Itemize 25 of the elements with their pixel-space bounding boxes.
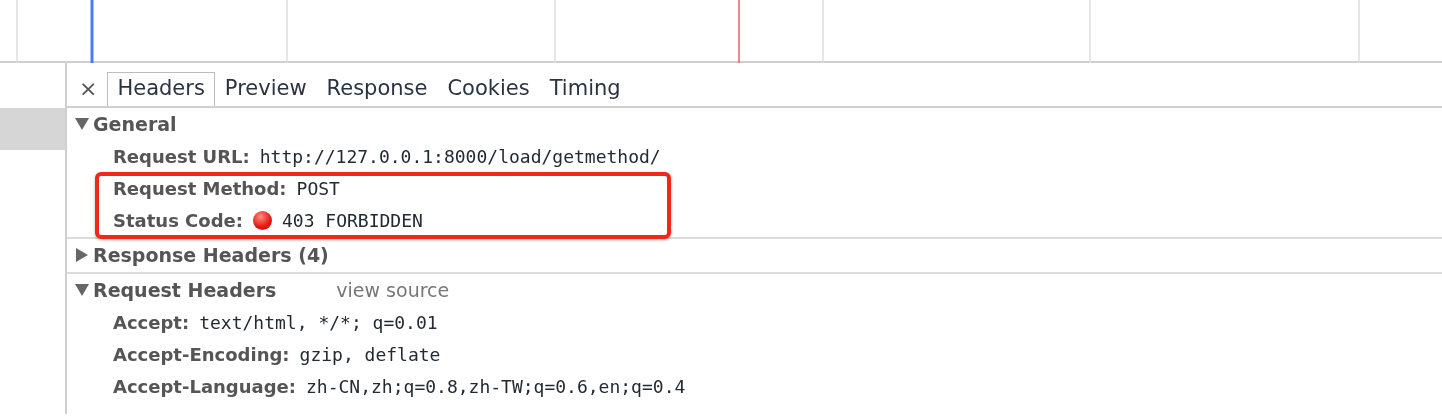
header-value: gzip, deflate: [299, 342, 441, 367]
header-name: Accept:: [113, 310, 190, 335]
section-title[interactable]: Response Headers (4): [93, 240, 329, 270]
header-value: zh-CN,zh;q=0.8,zh-TW;q=0.6,en;q=0.4: [306, 374, 686, 399]
header-name: Request Method:: [113, 176, 287, 201]
section-title[interactable]: General: [93, 109, 177, 139]
view-source-link[interactable]: view source: [336, 275, 450, 305]
tab[interactable]: Timing: [539, 71, 631, 106]
collapse-triangle-icon[interactable]: [75, 117, 89, 131]
section-title[interactable]: Request Headers: [93, 275, 277, 305]
header-name: Accept-Encoding:: [113, 342, 290, 367]
expand-triangle-icon[interactable]: [75, 248, 89, 262]
header-value: http://127.0.0.1:8000/load/getmethod/: [259, 144, 661, 169]
close-button[interactable]: ×: [75, 78, 108, 106]
header-name: Status Code:: [113, 208, 243, 233]
header-name: Request URL:: [113, 144, 250, 169]
header-value: POST: [296, 176, 340, 201]
header-name: Accept-Language:: [113, 374, 296, 399]
tab[interactable]: Headers: [107, 71, 215, 106]
tab[interactable]: Response: [316, 71, 438, 106]
tab[interactable]: Cookies: [437, 71, 540, 106]
collapse-triangle-icon[interactable]: [75, 283, 89, 297]
tab[interactable]: Preview: [214, 71, 317, 106]
header-value: 403 FORBIDDEN: [282, 208, 423, 233]
header-value: text/html, */*; q=0.01: [199, 310, 438, 335]
